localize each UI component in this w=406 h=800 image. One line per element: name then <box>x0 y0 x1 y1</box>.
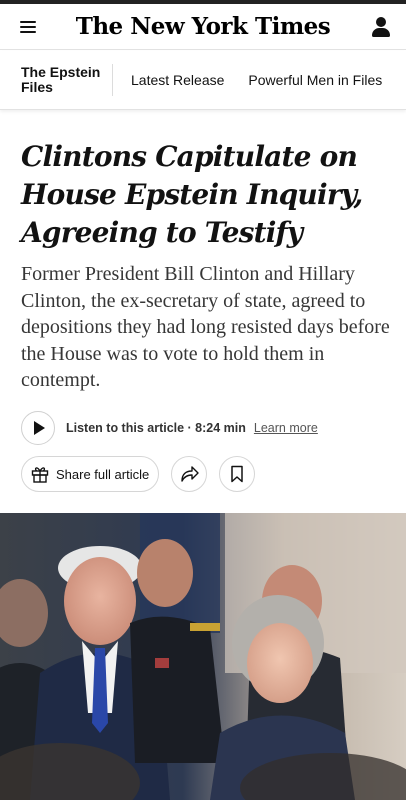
bookmark-icon <box>231 465 243 483</box>
play-button[interactable] <box>21 411 55 445</box>
site-header: The New York Times <box>0 4 406 50</box>
account-icon[interactable] <box>370 16 392 38</box>
share-label: Share full article <box>56 466 150 482</box>
bookmark-button[interactable] <box>219 456 256 492</box>
article-headline: Clintons Capitulate on House Epstein Inq… <box>21 140 363 249</box>
subnav-item-truncated[interactable]: Re <box>388 72 406 88</box>
subnav-item-latest-release[interactable]: Latest Release <box>113 72 230 88</box>
play-icon <box>34 421 45 435</box>
share-button[interactable] <box>171 456 208 492</box>
section-title[interactable]: The Epstein Files <box>0 64 113 96</box>
learn-more-link[interactable]: Learn more <box>254 421 318 435</box>
share-arrow-icon <box>181 466 199 482</box>
article-actions: Share full article <box>21 456 256 492</box>
hamburger-menu-icon[interactable] <box>20 20 36 33</box>
gift-icon <box>31 467 49 483</box>
article-lead-photo <box>0 513 406 800</box>
article-summary: Former President Bill Clinton and Hillar… <box>21 263 390 391</box>
share-full-article-button[interactable]: Share full article <box>21 456 160 492</box>
listen-label: Listen to this article · 8:24 min <box>66 421 246 435</box>
audio-player: Listen to this article · 8:24 min Learn … <box>21 411 318 445</box>
section-subnav: The Epstein Files Latest Release Powerfu… <box>0 51 406 110</box>
nyt-masthead-logo[interactable]: The New York Times <box>76 13 331 40</box>
subnav-item-powerful-men[interactable]: Powerful Men in Files <box>230 72 388 88</box>
